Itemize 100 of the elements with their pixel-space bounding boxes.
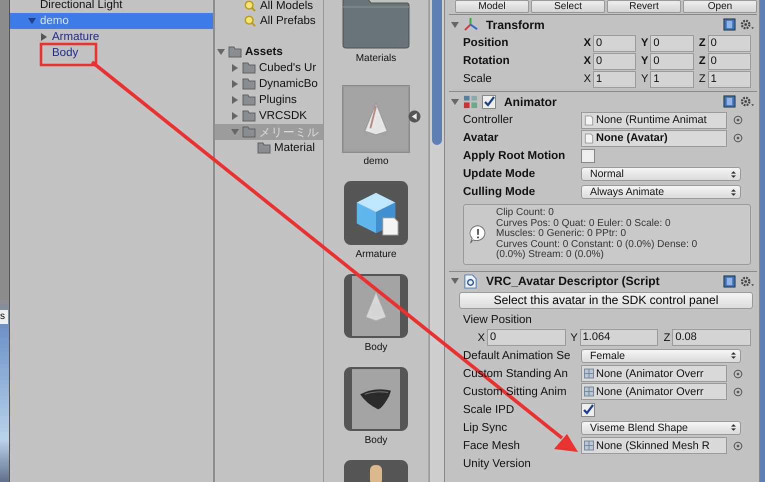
foldout-icon[interactable] <box>451 98 459 106</box>
select-avatar-button[interactable]: Select this avatar in the SDK control panel <box>459 292 753 308</box>
foldout-icon[interactable] <box>231 64 239 72</box>
folder-icon <box>228 46 242 58</box>
object-field[interactable]: None (Avatar) <box>581 130 727 146</box>
hierarchy-item[interactable]: Body <box>10 45 213 61</box>
folder-icon <box>242 62 256 74</box>
favorite-search-item[interactable]: All Models <box>215 0 323 14</box>
asset-label: Armature <box>355 249 397 260</box>
folder-icon <box>242 126 256 138</box>
number-field[interactable]: 0 <box>708 52 751 70</box>
help-icon[interactable] <box>723 274 736 288</box>
number-field[interactable]: 0 <box>593 34 636 52</box>
checkbox[interactable] <box>581 149 595 163</box>
number-field[interactable]: 0 <box>708 34 751 52</box>
document-icon <box>584 132 594 144</box>
mesh-thumbnail[interactable] <box>344 367 408 431</box>
axis-label: X <box>476 332 485 344</box>
enabled-checkbox[interactable] <box>482 94 496 108</box>
object-field[interactable]: None (Skinned Mesh R <box>581 437 727 454</box>
asset-label: demo <box>363 156 388 167</box>
axis-label: Z <box>698 73 706 85</box>
foldout-icon[interactable] <box>231 112 239 120</box>
dropdown[interactable]: Always Animate <box>581 185 741 199</box>
help-icon[interactable] <box>723 18 736 31</box>
folder-item[interactable]: Assets <box>215 44 323 60</box>
property-label: Lip Sync <box>463 422 508 434</box>
scrollbar-thumb[interactable] <box>432 0 442 145</box>
object-field[interactable]: None (Animator Overr <box>581 365 727 382</box>
foldout-icon[interactable] <box>231 80 239 88</box>
dropdown-arrows-icon <box>731 188 736 196</box>
search-icon <box>243 15 257 27</box>
number-field[interactable]: 1 <box>650 70 694 88</box>
header-button[interactable]: Model <box>455 0 529 13</box>
folder-icon <box>242 78 256 90</box>
component-title: VRC_Avatar Descriptor (Script <box>486 274 660 288</box>
header-button[interactable]: Select <box>531 0 605 13</box>
prefab-thumbnail[interactable] <box>344 181 408 245</box>
scrollbar[interactable] <box>429 0 445 482</box>
object-field[interactable]: None (Runtime Animat <box>581 112 727 128</box>
number-field[interactable]: 0 <box>650 52 694 70</box>
property-label: Scale <box>463 73 493 85</box>
property-label: Scale IPD <box>463 404 516 416</box>
dropdown-arrows-icon <box>731 351 736 360</box>
hierarchy-item[interactable]: Directional Light <box>10 0 213 13</box>
foldout-icon[interactable] <box>451 20 459 28</box>
foldout-icon[interactable] <box>231 96 239 104</box>
scrollbar[interactable] <box>760 0 765 482</box>
number-field[interactable]: 0.08 <box>672 329 752 346</box>
number-field[interactable]: 1.064 <box>580 329 658 346</box>
foldout-icon[interactable] <box>28 17 36 25</box>
highlight-box <box>40 42 98 66</box>
settings-icon[interactable] <box>740 18 755 31</box>
folder-item[interactable]: Material <box>215 140 323 156</box>
folder-item[interactable]: Plugins <box>215 92 323 108</box>
settings-icon[interactable] <box>740 95 755 108</box>
property-label: Culling Mode <box>463 186 536 198</box>
document-icon <box>584 114 594 126</box>
info-text: (0.0%) Stream: 0 (0.0%) <box>496 250 605 260</box>
settings-icon[interactable] <box>740 274 755 288</box>
number-field[interactable]: 1 <box>593 70 636 88</box>
component-title: Transform <box>486 18 545 32</box>
object-field[interactable]: None (Animator Overr <box>581 383 727 400</box>
asset-label: Body <box>364 435 388 446</box>
header-button[interactable]: Open <box>683 0 757 13</box>
mesh-thumbnail[interactable] <box>344 274 408 338</box>
info-text: Clip Count: 0 <box>496 208 555 218</box>
hierarchy-item[interactable]: Armature <box>10 29 213 45</box>
folder-item[interactable]: Cubed's Ur <box>215 60 323 76</box>
property-label: Update Mode <box>463 168 536 180</box>
folder-icon <box>242 110 256 122</box>
axis-label: X <box>582 55 591 67</box>
info-text: Curves Pos: 0 Quat: 0 Euler: 0 Scale: 0 <box>496 218 672 228</box>
checkbox[interactable] <box>581 402 595 416</box>
folder-thumbnail-icon[interactable] <box>341 0 411 49</box>
axis-label: Z <box>662 332 670 344</box>
number-field[interactable]: 0 <box>487 329 566 346</box>
help-icon[interactable] <box>723 95 736 108</box>
number-field[interactable]: 0 <box>650 34 694 52</box>
foldout-icon[interactable] <box>40 33 48 41</box>
number-field[interactable]: 0 <box>593 52 636 70</box>
folder-item[interactable]: VRCSDK <box>215 108 323 124</box>
play-icon[interactable] <box>408 110 421 123</box>
dropdown[interactable]: Female <box>581 348 741 362</box>
asset-thumbnail[interactable] <box>344 460 408 482</box>
dropdown[interactable]: Normal <box>581 167 741 181</box>
foldout-icon[interactable] <box>217 48 225 56</box>
axis-label: Z <box>698 37 706 49</box>
favorite-search-item[interactable]: All Prefabs <box>215 13 323 29</box>
dropdown[interactable]: Viseme Blend Shape <box>581 420 741 434</box>
header-button[interactable]: Revert <box>607 0 681 13</box>
folder-item[interactable]: DynamicBo <box>215 76 323 92</box>
object-picker-icon[interactable] <box>733 440 743 450</box>
property-label: Face Mesh <box>463 440 521 452</box>
property-label: View Position <box>463 314 533 326</box>
model-thumbnail[interactable] <box>343 86 409 152</box>
asset-label: Materials <box>356 53 396 64</box>
number-field[interactable]: 1 <box>708 70 751 88</box>
foldout-icon[interactable] <box>451 277 459 285</box>
info-bubble-icon <box>468 224 488 244</box>
